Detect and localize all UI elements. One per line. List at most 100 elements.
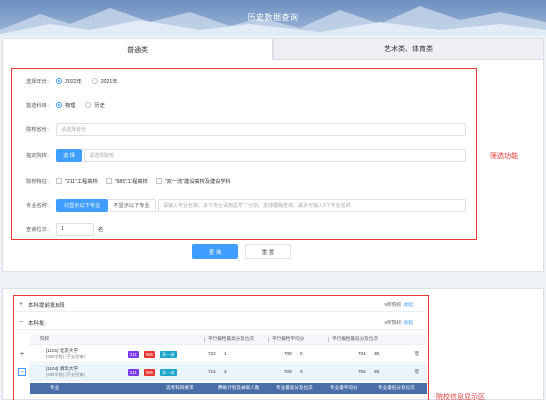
results-annotation: 院校信息显示区 <box>436 394 485 400</box>
tab-general[interactable]: 普通类 <box>2 38 273 60</box>
show-majors-toggle[interactable]: 只显示以下专业 <box>56 198 108 212</box>
expand-icon: + <box>18 301 24 308</box>
results-panel: + 本科提前批B段 5所院校 收起 − 本科批 5所院校 收起 院校 平行报档最高分… <box>2 288 544 400</box>
rank-row: 查询位次： 1 名 <box>12 221 103 237</box>
header-max-score: 平行报档最高分及位次 <box>208 336 254 341</box>
filter-annotation: 筛选功能 <box>490 153 518 160</box>
min-rank: 38 <box>374 351 380 356</box>
province-label: 院校省份： <box>26 126 52 133</box>
header-min-score: 平行报档最低分及位次 <box>332 336 378 341</box>
header-school: 院校 <box>40 336 50 341</box>
group-undergrad-batch[interactable]: − 本科批 5所院校 收起 <box>14 316 427 330</box>
min-score: 704 <box>358 351 366 356</box>
collapse-icon: − <box>18 319 24 326</box>
header-banner: 历史数据查询 <box>0 0 546 36</box>
tag-985: 985 <box>144 351 155 358</box>
divider <box>268 337 269 342</box>
subject-option-physics[interactable]: 物理 <box>56 102 75 109</box>
avg-rank: 0 <box>300 351 303 356</box>
subject-label: 首选科目： <box>26 102 52 109</box>
year-option-2021[interactable]: 2021年 <box>91 78 117 85</box>
collapse-icon[interactable]: − <box>18 368 26 376</box>
tag-211: 211 <box>128 369 139 376</box>
max-score: 722 <box>208 351 216 356</box>
features-label: 院校特征： <box>26 178 52 185</box>
subject-option-history[interactable]: 历史 <box>85 102 105 109</box>
subject-row: 首选科目： 物理 历史 <box>12 97 115 113</box>
major-row: 专业名称： 只显示以下专业 不显示以下专业 请输入专业名称。多个专业请用逗号",… <box>12 197 466 213</box>
query-button[interactable]: 查 询 <box>192 244 238 259</box>
header-major-avg: 专业最平均分 <box>330 385 358 390</box>
header-subject-req: 选考科目要求 <box>166 385 194 390</box>
province-select[interactable]: 请选择省份 <box>56 122 466 136</box>
radio-checked-icon <box>56 102 62 108</box>
tag-211: 211 <box>128 351 139 358</box>
group-label: 本科提前批B段 <box>28 302 65 309</box>
group-early-batch[interactable]: + 本科提前批B段 5所院校 收起 <box>14 298 427 312</box>
tag-985: 985 <box>144 369 155 376</box>
table-row[interactable]: + [1101] 北京大学 (985学校) (不支招锋) 211 985 双一流 … <box>20 346 427 363</box>
max-score: 714 <box>208 369 216 374</box>
header-major: 专业 <box>50 385 60 390</box>
expand-icon[interactable]: + <box>18 350 26 358</box>
school-label: 指定院校： <box>26 152 52 159</box>
min-rank: 38 <box>374 369 380 374</box>
trash-icon[interactable]: 🗑 <box>414 369 420 375</box>
major-table-header: 专业 选考科目要求 腾助计划及录取人数 专业最高分及位次 专业最平均分 专业最低… <box>30 383 427 394</box>
avg-score: 709 <box>284 369 292 374</box>
school-row: 指定院校： 选 择 请选择院校 <box>12 147 466 163</box>
header-avg-score: 平行报档平均分 <box>272 336 305 341</box>
checkbox-icon <box>105 178 112 184</box>
group-label: 本科批 <box>28 320 45 327</box>
school-name: [1104] 清华大学 (985学校) (不支招锋) <box>46 366 85 377</box>
avg-rank: 0 <box>300 369 303 374</box>
checkbox-icon <box>56 178 62 184</box>
select-school-button[interactable]: 选 择 <box>56 148 82 162</box>
tab-arts-sports[interactable]: 艺术类、体育类 <box>273 38 544 60</box>
province-row: 院校省份： 请选择省份 <box>12 121 466 137</box>
major-input[interactable]: 请输入专业名称。多个专业请用逗号","分割。支持模糊查询。最多可输入5个专业名称 <box>158 198 466 212</box>
tag-double-first: 双一流 <box>160 351 177 358</box>
hide-majors-toggle[interactable]: 不显示以下专业 <box>108 198 156 212</box>
rank-input[interactable]: 1 <box>56 222 94 236</box>
avg-score: 709 <box>284 351 292 356</box>
school-name: [1101] 北京大学 (985学校) (不支招锋) <box>46 348 85 359</box>
radio-empty-icon <box>85 102 92 108</box>
filter-panel: 选择年份： 2022年 2021年 首选科目： 物理 历史 院校省份： 请选择省… <box>2 60 544 272</box>
collapse-link[interactable]: 收起 <box>403 321 413 326</box>
reset-button[interactable]: 重 置 <box>245 244 291 259</box>
year-option-2022[interactable]: 2022年 <box>56 78 82 85</box>
min-score: 704 <box>358 369 366 374</box>
header-plan-admitted: 腾助计划及录取人数 <box>218 385 260 390</box>
max-rank: 1 <box>224 351 227 356</box>
trash-icon[interactable]: 🗑 <box>414 351 420 357</box>
feature-211-checkbox[interactable]: "211"工程高校 <box>56 178 98 185</box>
radio-empty-icon <box>91 78 98 84</box>
rank-label: 查询位次： <box>26 226 52 233</box>
group-count: 5所院校 收起 <box>384 303 413 308</box>
feature-double-first-checkbox[interactable]: "双一流"建设高校及建设学科 <box>155 178 231 185</box>
header-major-max: 专业最高分及位次 <box>276 385 313 390</box>
page-title: 历史数据查询 <box>247 13 299 22</box>
results-highlight-box: + 本科提前批B段 5所院校 收起 − 本科批 5所院校 收起 院校 平行报档最高分… <box>13 295 429 400</box>
page: 历史数据查询 普通类 艺术类、体育类 选择年份： 2022年 2021年 首选科… <box>0 0 546 400</box>
features-row: 院校特征： "211"工程高校 "985"工程高校 "双一流"建设高校及建设学科 <box>12 173 239 189</box>
year-label: 选择年份： <box>26 78 52 85</box>
radio-checked-icon <box>56 78 62 84</box>
school-table-header: 院校 平行报档最高分及位次 平行报档平均分 平行报档最低分及位次 <box>30 334 427 345</box>
rank-unit: 名 <box>98 226 104 233</box>
year-row: 选择年份： 2022年 2021年 <box>12 73 127 89</box>
group-count: 5所院校 收起 <box>384 321 413 326</box>
collapse-link[interactable]: 收起 <box>403 303 413 308</box>
max-rank: 3 <box>224 369 227 374</box>
major-label: 专业名称： <box>26 202 52 209</box>
filter-highlight-box: 选择年份： 2022年 2021年 首选科目： 物理 历史 院校省份： 请选择省… <box>11 68 477 240</box>
category-tabs: 普通类 艺术类、体育类 <box>2 38 544 60</box>
tag-double-first: 双一流 <box>160 369 177 376</box>
school-input[interactable]: 请选择院校 <box>84 148 466 162</box>
divider <box>328 337 329 342</box>
divider <box>204 337 205 342</box>
feature-985-checkbox[interactable]: "985"工程高校 <box>105 178 148 185</box>
table-row[interactable]: − [1104] 清华大学 (985学校) (不支招锋) 211 985 双一流 … <box>18 364 427 381</box>
header-major-min: 专业最低分及位次 <box>378 385 415 390</box>
